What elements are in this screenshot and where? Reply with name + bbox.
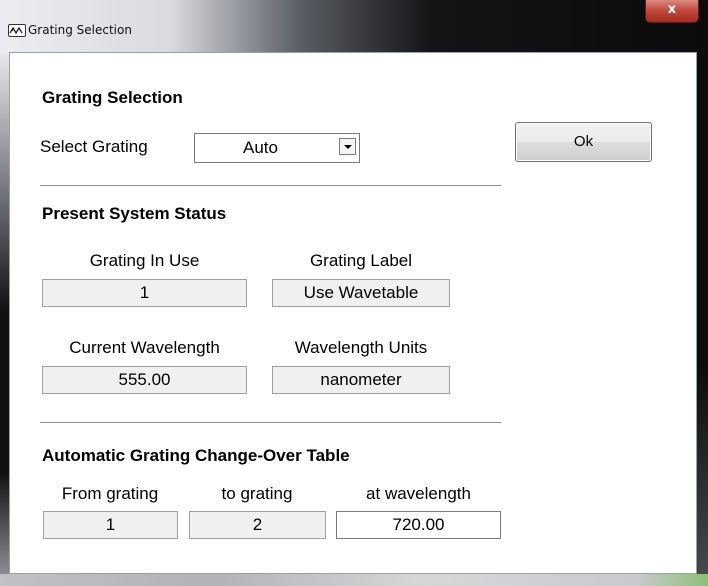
window-title: Grating Selection xyxy=(28,23,132,37)
ok-button[interactable]: Ok xyxy=(515,122,652,162)
dialog-body: Grating Selection Select Grating Auto Ok… xyxy=(9,52,697,574)
title-bar[interactable]: Grating Selection x xyxy=(0,0,708,52)
select-grating-dropdown[interactable]: Auto xyxy=(194,133,360,163)
to-grating-field: 2 xyxy=(189,511,326,539)
at-wavelength-input[interactable]: 720.00 xyxy=(336,511,501,539)
grating-in-use-field: 1 xyxy=(42,279,247,307)
chevron-down-icon[interactable] xyxy=(339,138,356,155)
current-wavelength-field: 555.00 xyxy=(42,366,247,394)
changeover-table-heading: Automatic Grating Change-Over Table xyxy=(42,446,350,465)
system-status-heading: Present System Status xyxy=(42,204,227,223)
separator xyxy=(40,185,501,187)
grating-label-label: Grating Label xyxy=(309,251,413,270)
at-wavelength-label: at wavelength xyxy=(366,484,471,503)
wavelength-units-field: nanometer xyxy=(272,366,450,394)
select-grating-label: Select Grating xyxy=(40,137,148,156)
from-grating-field: 1 xyxy=(43,511,178,539)
window-border-bottom xyxy=(0,574,708,586)
select-grating-value: Auto xyxy=(243,138,278,157)
app-icon xyxy=(8,24,26,37)
window-border-right xyxy=(697,52,708,586)
close-button[interactable]: x xyxy=(645,0,699,23)
grating-selection-heading: Grating Selection xyxy=(42,88,183,107)
wavelength-units-label: Wavelength Units xyxy=(294,338,428,357)
window-border-left xyxy=(0,52,9,586)
to-grating-label: to grating xyxy=(221,484,293,503)
current-wavelength-label: Current Wavelength xyxy=(69,338,220,357)
grating-in-use-label: Grating In Use xyxy=(89,251,200,270)
from-grating-label: From grating xyxy=(61,484,159,503)
separator xyxy=(40,422,501,424)
grating-label-field: Use Wavetable xyxy=(272,279,450,307)
